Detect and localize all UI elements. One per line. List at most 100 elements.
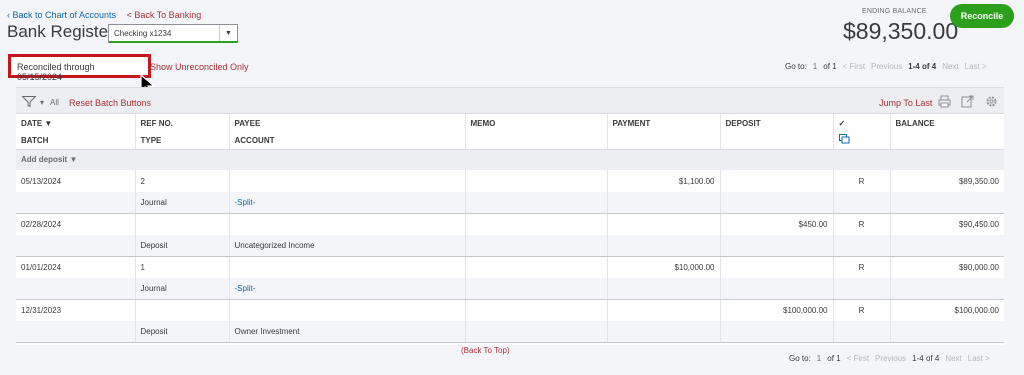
account-cell: Owner Investment [229,321,466,343]
copy-icon[interactable] [833,132,891,150]
back-to-banking-link[interactable]: < Back To Banking [127,10,202,20]
page-range: 1-4 of 4 [908,62,937,71]
ref-cell: 1 [135,256,230,278]
type-column-header[interactable]: TYPE [135,132,230,150]
account-cell[interactable]: -Split- [229,192,466,214]
ending-balance-label: ENDING BALANCE [862,8,927,15]
table-row[interactable]: 02/28/2024 $450.00 R $90,450.00 [16,213,1004,235]
date-cell: 05/13/2024 [16,170,136,192]
date-cell: 01/01/2024 [16,256,136,278]
add-deposit-row[interactable]: Add deposit ▼ [16,149,1004,170]
previous-page-link[interactable]: Previous [871,62,902,71]
batch-column-header[interactable]: BATCH [16,132,136,150]
deposit-cell [720,170,834,192]
balance-cell: $100,000.00 [954,305,1000,315]
memo-column-header[interactable]: MEMO [465,114,608,132]
goto-page-input[interactable]: 1 [813,62,817,71]
payment-cell [607,299,721,321]
back-to-top-link[interactable]: (Back To Top) [461,346,510,355]
account-column-header[interactable]: ACCOUNT [229,132,466,150]
deposit-cell: $100,000.00 [720,299,834,321]
filter-icon[interactable] [22,96,36,107]
account-select-value: Checking x1234 [114,29,172,38]
goto-label: Go to: [785,62,807,71]
deposit-cell [720,256,834,278]
gear-icon[interactable] [985,95,998,108]
back-to-chart-link[interactable]: ‹ Back to Chart of Accounts [7,10,116,20]
print-icon[interactable] [938,95,951,108]
table-row-detail[interactable]: Deposit Owner Investment [16,321,1004,343]
memo-cell [465,256,608,278]
pager-bottom: Go to: 1 of 1 < First Previous 1-4 of 4 … [789,354,990,363]
reconcile-status-cell[interactable]: R [833,299,891,321]
date-cell: 12/31/2023 [16,299,136,321]
ref-cell [135,299,230,321]
payee-cell [229,256,466,278]
balance-cell: $90,000.00 [958,262,999,272]
date-column-header[interactable]: DATE ▼ [16,114,136,132]
register-toolbar: ▾ All Reset Batch Buttons Jump To Last [16,88,1004,114]
first-page-link[interactable]: < First [843,62,865,71]
table-row[interactable]: 05/13/2024 2 $1,100.00 R $89,350.00 [16,170,1004,192]
table-row-detail[interactable]: Journal -Split- [16,278,1004,300]
payee-cell [229,213,466,235]
payee-cell [229,170,466,192]
reset-batch-buttons-link[interactable]: Reset Batch Buttons [69,98,151,108]
reconcile-status-cell[interactable]: R [833,256,891,278]
type-cell: Deposit [135,321,230,343]
memo-cell [465,299,608,321]
table-row[interactable]: 12/31/2023 $100,000.00 R $100,000.00 [16,299,1004,321]
previous-page-link[interactable]: Previous [875,354,906,363]
payee-column-header[interactable]: PAYEE [229,114,466,132]
next-page-link[interactable]: Next [942,62,958,71]
focus-underline [109,41,237,43]
chevron-down-icon[interactable]: ▼ [219,25,237,42]
account-cell[interactable]: -Split- [229,278,466,300]
goto-label: Go to: [789,354,811,363]
payment-cell: $10,000.00 [607,256,721,278]
account-select[interactable]: Checking x1234 ▼ [108,24,238,43]
export-icon[interactable] [961,95,974,108]
first-page-link[interactable]: < First [847,354,869,363]
ref-cell: 2 [135,170,230,192]
balance-column-header: BALANCE [895,118,935,128]
payee-cell [229,299,466,321]
type-cell: Journal [135,192,230,214]
ending-balance-value: $89,350.00 [843,18,959,44]
show-unreconciled-link[interactable]: Show Unreconciled Only [150,62,249,72]
last-page-link[interactable]: Last > [968,354,990,363]
payment-cell [607,213,721,235]
deposit-cell: $450.00 [720,213,834,235]
deposit-column-header[interactable]: DEPOSIT [720,114,834,132]
reconcile-status-cell[interactable]: R [833,170,891,192]
table-row-detail[interactable]: Deposit Uncategorized Income [16,235,1004,257]
table-row[interactable]: 01/01/2024 1 $10,000.00 R $90,000.00 [16,256,1004,278]
last-page-link[interactable]: Last > [965,62,987,71]
page-title: Bank Register [7,22,114,41]
payment-cell: $1,100.00 [607,170,721,192]
goto-page-input[interactable]: 1 [817,354,821,363]
ref-column-header[interactable]: REF NO. [135,114,230,132]
reconcile-status-cell[interactable]: R [833,213,891,235]
type-cell: Deposit [135,235,230,257]
register-panel: ▾ All Reset Batch Buttons Jump To Last D… [16,87,1004,345]
jump-to-last-link[interactable]: Jump To Last [879,98,932,108]
balance-cell: $89,350.00 [958,176,999,186]
chevron-down-icon[interactable]: ▾ [40,98,44,107]
next-page-link[interactable]: Next [945,354,961,363]
page-of: of 1 [823,62,837,71]
register-table: DATE ▼ REF NO. PAYEE MEMO PAYMENT DEPOSI… [16,114,1004,343]
balance-cell: $90,450.00 [958,219,999,229]
back-to-chart-label: Back to Chart of Accounts [12,10,117,20]
reconcile-button[interactable]: Reconcile [950,4,1014,28]
page-header: ‹ Back to Chart of Accounts < Back To Ba… [0,0,1024,50]
account-cell: Uncategorized Income [229,235,466,257]
table-row-detail[interactable]: Journal -Split- [16,192,1004,214]
breadcrumb: ‹ Back to Chart of Accounts < Back To Ba… [7,10,201,20]
payment-column-header[interactable]: PAYMENT [607,114,721,132]
memo-cell [465,170,608,192]
ref-cell [135,213,230,235]
reconcile-status-header[interactable]: ✓ [833,114,891,132]
memo-cell [465,213,608,235]
pager-top: Go to: 1 of 1 < First Previous 1-4 of 4 … [785,62,987,71]
